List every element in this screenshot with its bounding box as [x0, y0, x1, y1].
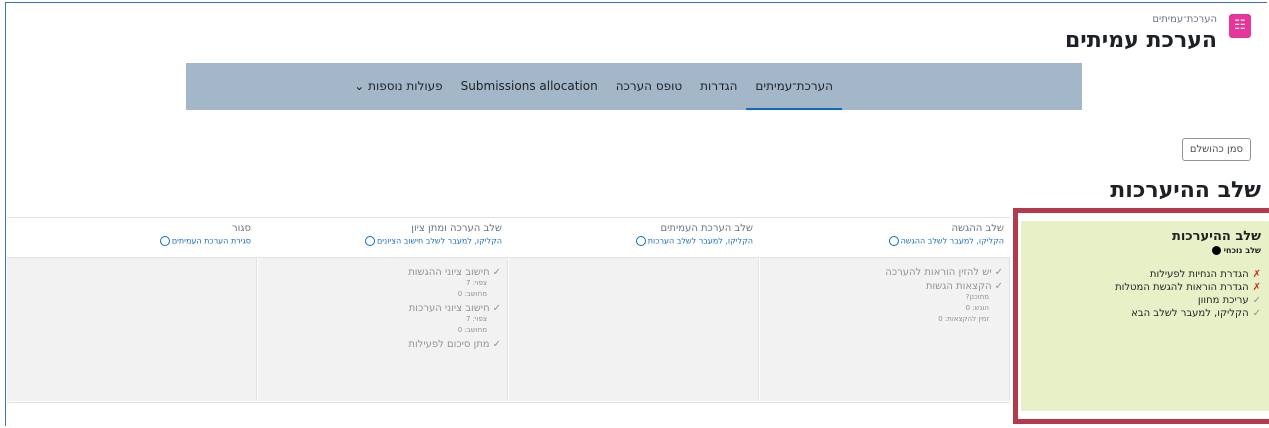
- circle-icon: [888, 236, 899, 246]
- circle-icon: [159, 236, 170, 246]
- task-detail: זמין להקצאות: 0: [938, 315, 989, 323]
- setup-phase-panel: שלב ההיערכות שלב נוכחי ✗הגדרת הנחיות לפע…: [1021, 221, 1269, 411]
- breadcrumb[interactable]: הערכת־עמיתים: [1152, 14, 1217, 25]
- check-icon: ✓: [1252, 308, 1261, 319]
- check-icon: ✓: [492, 267, 501, 278]
- phase-submission: שלב ההגשה הקליקו, למעבר לשלב ההגשה ✓יש ל…: [760, 218, 1010, 402]
- phase-name: שלב הערכת העמיתים: [660, 223, 753, 234]
- phase-name: שלב ההגשה: [951, 223, 1004, 234]
- tab-more-actions[interactable]: פעולות נוספות ⌄: [345, 63, 451, 110]
- task-item[interactable]: ✓חישוב ציוני ההגשות: [264, 267, 501, 278]
- check-icon: ✓: [1252, 295, 1261, 306]
- check-icon: ✓: [492, 339, 501, 350]
- check-icon: ✓: [492, 303, 501, 314]
- switch-phase-link[interactable]: הקליקו, למעבר לשלב חישוב הציונים: [262, 236, 502, 246]
- section-title: שלב ההיערכות: [1110, 178, 1261, 203]
- circle-icon: [364, 236, 375, 246]
- phase-name: שלב הערכה ומתן ציון: [411, 223, 502, 234]
- setup-task[interactable]: ✓עריכת מחוון: [1029, 295, 1261, 306]
- task-item[interactable]: ✓הקצאות הגשות: [766, 281, 1003, 292]
- circle-icon: [635, 236, 646, 246]
- task-detail: מחושב: 0: [457, 290, 487, 298]
- task-detail: צפוי: 7: [465, 315, 487, 323]
- cross-icon: ✗: [1252, 282, 1261, 293]
- task-item[interactable]: ✓יש להזין הוראות להערכה: [766, 267, 1003, 278]
- secondary-navigation: הערכת־עמיתים הגדרות טופס הערכה Submissio…: [186, 63, 1082, 110]
- tab-assessment-form[interactable]: טופס הערכה: [607, 63, 691, 110]
- task-item[interactable]: ✓חישוב ציוני הערכות: [264, 303, 501, 314]
- phase-name: סגור: [232, 223, 251, 234]
- phase-evaluation: שלב הערכה ומתן ציון הקליקו, למעבר לשלב ח…: [258, 218, 508, 402]
- task-detail: הוגש: 0: [965, 304, 989, 312]
- tab-peer-assessment[interactable]: הערכת־עמיתים: [746, 63, 842, 110]
- cross-icon: ✗: [1252, 269, 1261, 280]
- switch-phase-link[interactable]: סגירת הערכת העמיתים: [11, 236, 251, 246]
- setup-task[interactable]: ✗הגדרת הוראות להגשת המטלות: [1029, 282, 1261, 293]
- current-phase-label: שלב נוכחי: [1029, 246, 1261, 255]
- check-icon: ✓: [994, 281, 1003, 292]
- phases-table: שלב ההגשה הקליקו, למעבר לשלב ההגשה ✓יש ל…: [7, 217, 1010, 403]
- mark-done-button[interactable]: סמן כהושלם: [1181, 138, 1251, 161]
- switch-phase-link[interactable]: הקליקו, למעבר לשלב ההגשה: [764, 236, 1004, 246]
- peer-review-icon: ☷: [1229, 14, 1251, 38]
- page-title: הערכת עמיתים: [1064, 28, 1217, 53]
- task-detail: צפוי: 7: [465, 279, 487, 287]
- phase-closed: סגור סגירת הערכת העמיתים: [7, 218, 257, 402]
- check-icon: ✓: [994, 267, 1003, 278]
- task-detail: מחושב: 0: [457, 326, 487, 334]
- phase-assessment: שלב הערכת העמיתים הקליקו, למעבר לשלב הער…: [509, 218, 759, 402]
- setup-phase-highlight: שלב ההיערכות שלב נוכחי ✗הגדרת הנחיות לפע…: [1013, 208, 1269, 424]
- task-item[interactable]: ✓מתן סיכום לפעילות: [264, 339, 501, 350]
- setup-task[interactable]: ✗הגדרת הנחיות לפעילות: [1029, 269, 1261, 280]
- setup-task[interactable]: ✓הקליקו, למעבר לשלב הבא: [1029, 308, 1261, 319]
- setup-phase-name: שלב ההיערכות: [1171, 229, 1261, 244]
- switch-phase-link[interactable]: הקליקו, למעבר לשלב הערכות: [513, 236, 753, 246]
- tab-settings[interactable]: הגדרות: [691, 63, 746, 110]
- current-dot-icon: [1211, 246, 1221, 255]
- task-detail: מתוכנן?: [965, 293, 989, 301]
- tab-submissions-allocation[interactable]: Submissions allocation: [452, 63, 607, 110]
